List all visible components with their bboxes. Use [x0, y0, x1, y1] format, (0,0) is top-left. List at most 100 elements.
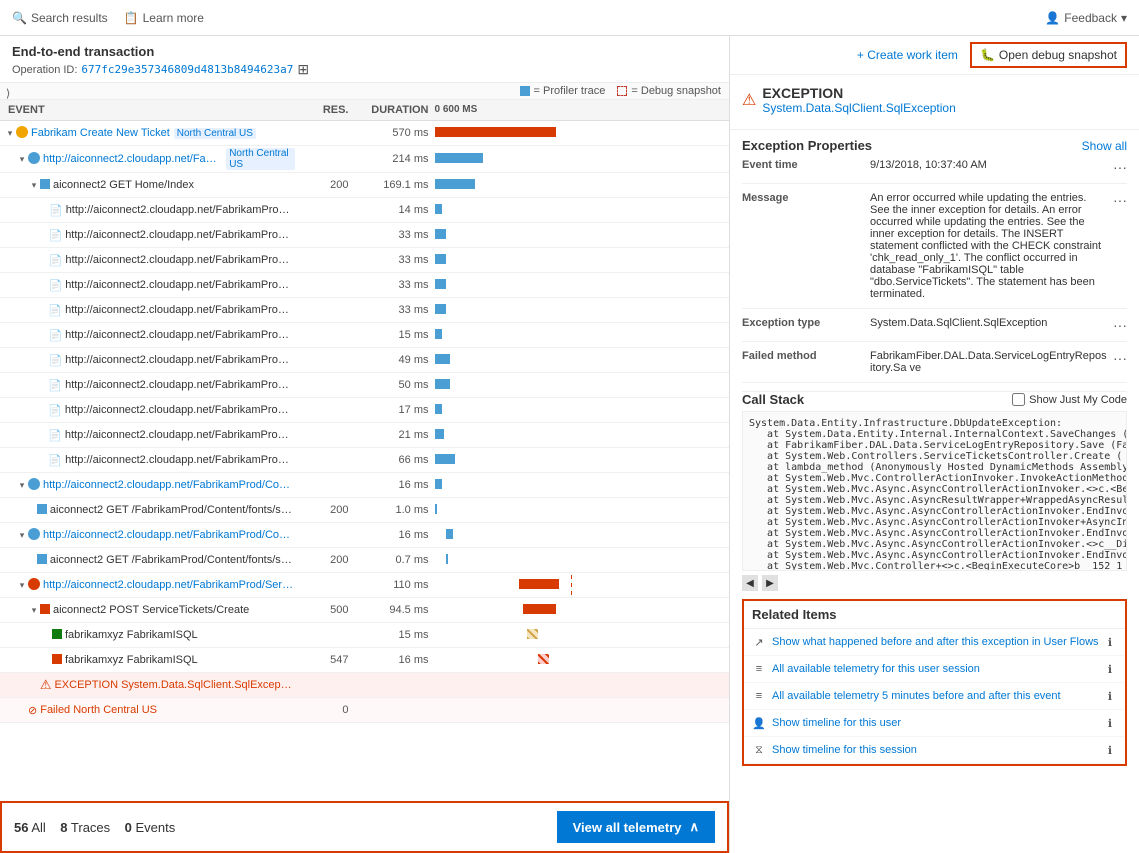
event-label[interactable]: http://aiconnect2.cloudapp.net/FabrikamP…: [65, 329, 294, 341]
res-cell: 200: [295, 554, 355, 566]
expand-icon[interactable]: ▾: [28, 179, 40, 191]
info-icon[interactable]: ℹ: [1103, 662, 1117, 676]
scroll-left-btn[interactable]: ◀: [742, 575, 758, 591]
event-label[interactable]: aiconnect2 POST ServiceTickets/Create: [53, 604, 249, 616]
event-label[interactable]: aiconnect2 GET /FabrikamProd/Content/fon…: [50, 504, 295, 516]
prop-menu-icon[interactable]: ···: [1113, 350, 1127, 366]
event-label[interactable]: Failed North Central US: [40, 704, 157, 716]
table-row[interactable]: 📄 http://aiconnect2.cloudapp.net/Fabrika…: [0, 248, 729, 273]
event-label[interactable]: http://aiconnect2.cloudapp.net/FabrikamP…: [43, 153, 222, 165]
table-row[interactable]: 📄 http://aiconnect2.cloudapp.net/Fabrika…: [0, 298, 729, 323]
dur-cell: 33 ms: [355, 304, 435, 316]
table-row[interactable]: 📄 http://aiconnect2.cloudapp.net/Fabrika…: [0, 348, 729, 373]
expand-collapse-icon[interactable]: ⟩: [6, 87, 10, 100]
feedback-btn[interactable]: 👤 Feedback ▾: [1045, 11, 1127, 25]
event-label[interactable]: Fabrikam Create New Ticket: [31, 127, 170, 139]
show-just-my-code-checkbox[interactable]: Show Just My Code: [1012, 393, 1127, 406]
table-row[interactable]: 📄 http://aiconnect2.cloudapp.net/Fabrika…: [0, 373, 729, 398]
learn-more-label: Learn more: [143, 11, 204, 25]
event-label[interactable]: http://aiconnect2.cloudapp.net/FabrikamP…: [65, 279, 294, 291]
info-icon[interactable]: ℹ: [1103, 635, 1117, 649]
prop-menu-icon[interactable]: ···: [1113, 159, 1127, 175]
related-item[interactable]: ≡ All available telemetry 5 minutes befo…: [744, 683, 1125, 710]
event-label[interactable]: fabrikamxyz FabrikamISQL: [65, 654, 198, 666]
open-debug-snapshot-button[interactable]: 🐛 Open debug snapshot: [970, 42, 1127, 68]
event-cell: 📄 http://aiconnect2.cloudapp.net/Fabrika…: [0, 354, 295, 367]
table-row[interactable]: ▾ Fabrikam Create New Ticket North Centr…: [0, 121, 729, 146]
table-row[interactable]: 📄 http://aiconnect2.cloudapp.net/Fabrika…: [0, 198, 729, 223]
search-results-btn[interactable]: 🔍 Search results: [12, 11, 108, 25]
expand-icon[interactable]: ▾: [16, 529, 28, 541]
row-icon: 📄: [48, 404, 62, 417]
table-row[interactable]: ⚠ EXCEPTION System.Data.SqlClient.SqlExc…: [0, 673, 729, 698]
info-icon[interactable]: ℹ: [1103, 743, 1117, 757]
show-all-link[interactable]: Show all: [1082, 139, 1127, 153]
expand-icon[interactable]: ▾: [16, 579, 28, 591]
scroll-right-btn[interactable]: ▶: [762, 575, 778, 591]
event-label[interactable]: http://aiconnect2.cloudapp.net/FabrikamP…: [65, 354, 294, 366]
table-row[interactable]: ▾ http://aiconnect2.cloudapp.net/Fabrika…: [0, 573, 729, 598]
table-row[interactable]: aiconnect2 GET /FabrikamProd/Content/fon…: [0, 498, 729, 523]
event-label[interactable]: http://aiconnect2.cloudapp.net/FabrikamP…: [65, 254, 294, 266]
event-label[interactable]: http://aiconnect2.cloudapp.net/FabrikamP…: [65, 379, 294, 391]
related-item[interactable]: ↗ Show what happened before and after th…: [744, 629, 1125, 656]
table-row[interactable]: ▾ aiconnect2 POST ServiceTickets/Create …: [0, 598, 729, 623]
just-my-code-input[interactable]: [1012, 393, 1025, 406]
table-row[interactable]: fabrikamxyz FabrikamISQL 15 ms: [0, 623, 729, 648]
event-label[interactable]: http://aiconnect2.cloudapp.net/FabrikamP…: [43, 529, 295, 541]
dur-cell: 110 ms: [355, 579, 435, 591]
related-item-label: All available telemetry for this user se…: [772, 663, 980, 675]
event-label[interactable]: http://aiconnect2.cloudapp.net/FabrikamP…: [43, 579, 295, 591]
table-row[interactable]: ▾ aiconnect2 GET Home/Index 200 169.1 ms: [0, 173, 729, 198]
event-label[interactable]: aiconnect2 GET /FabrikamProd/Content/fon…: [50, 554, 295, 566]
col-timeline: 0 600 MS: [435, 104, 722, 116]
table-row[interactable]: 📄 http://aiconnect2.cloudapp.net/Fabrika…: [0, 223, 729, 248]
related-item[interactable]: ⧖ Show timeline for this session ℹ: [744, 737, 1125, 764]
event-label[interactable]: http://aiconnect2.cloudapp.net/FabrikamP…: [65, 304, 294, 316]
table-row[interactable]: ▾ http://aiconnect2.cloudapp.net/Fabrika…: [0, 523, 729, 548]
expand-icon[interactable]: ▾: [16, 153, 28, 165]
table-row[interactable]: 📄 http://aiconnect2.cloudapp.net/Fabrika…: [0, 273, 729, 298]
table-row[interactable]: 📄 http://aiconnect2.cloudapp.net/Fabrika…: [0, 448, 729, 473]
info-icon[interactable]: ℹ: [1103, 716, 1117, 730]
expand-icon[interactable]: ▾: [16, 479, 28, 491]
expand-icon[interactable]: ▾: [4, 127, 16, 139]
timeline-cell: [435, 475, 730, 495]
view-all-telemetry-button[interactable]: View all telemetry ∧: [557, 811, 715, 843]
table-row[interactable]: 📄 http://aiconnect2.cloudapp.net/Fabrika…: [0, 423, 729, 448]
create-work-item-btn[interactable]: + Create work item: [857, 48, 958, 62]
callstack-text[interactable]: System.Data.Entity.Infrastructure.DbUpda…: [742, 411, 1127, 571]
event-label[interactable]: http://aiconnect2.cloudapp.net/FabrikamP…: [65, 454, 294, 466]
table-row[interactable]: ▾ http://aiconnect2.cloudapp.net/Fabrika…: [0, 473, 729, 498]
event-label[interactable]: EXCEPTION System.Data.SqlClient.SqlExcep…: [54, 679, 294, 691]
info-icon[interactable]: ℹ: [1103, 689, 1117, 703]
properties-section[interactable]: Exception Properties Show all Event time…: [730, 130, 1139, 853]
event-label[interactable]: http://aiconnect2.cloudapp.net/FabrikamP…: [65, 404, 295, 416]
expand-icon[interactable]: ▾: [28, 604, 40, 616]
prop-menu-icon[interactable]: ···: [1113, 317, 1127, 333]
exception-title: EXCEPTION: [762, 85, 955, 101]
properties-title-row: Exception Properties Show all: [742, 138, 1127, 153]
event-label[interactable]: http://aiconnect2.cloudapp.net/FabrikamP…: [43, 479, 295, 491]
table-row[interactable]: 📄 http://aiconnect2.cloudapp.net/Fabrika…: [0, 398, 729, 423]
prop-menu-icon[interactable]: ···: [1113, 192, 1127, 208]
table-row[interactable]: 📄 http://aiconnect2.cloudapp.net/Fabrika…: [0, 323, 729, 348]
event-label[interactable]: http://aiconnect2.cloudapp.net/FabrikamP…: [65, 429, 295, 441]
dur-cell: 94.5 ms: [355, 604, 435, 616]
event-label[interactable]: aiconnect2 GET Home/Index: [53, 179, 194, 191]
related-item[interactable]: ≡ All available telemetry for this user …: [744, 656, 1125, 683]
table-row[interactable]: aiconnect2 GET /FabrikamProd/Content/fon…: [0, 548, 729, 573]
operation-id-value: 677fc29e357346809d4813b8494623a7: [81, 63, 293, 76]
table-row[interactable]: ⊘ Failed North Central US 0: [0, 698, 729, 723]
properties-container: Event time 9/13/2018, 10:37:40 AM ··· Me…: [742, 159, 1127, 383]
row-icon: [40, 604, 50, 617]
event-label[interactable]: fabrikamxyz FabrikamISQL: [65, 629, 198, 641]
table-row[interactable]: fabrikamxyz FabrikamISQL 547 16 ms: [0, 648, 729, 673]
event-label[interactable]: http://aiconnect2.cloudapp.net/FabrikamP…: [66, 204, 295, 216]
timeline-cell: [435, 450, 730, 470]
timeline-area[interactable]: ▾ Fabrikam Create New Ticket North Centr…: [0, 121, 729, 801]
event-label[interactable]: http://aiconnect2.cloudapp.net/FabrikamP…: [65, 229, 294, 241]
learn-more-btn[interactable]: 📋 Learn more: [124, 11, 204, 25]
related-item[interactable]: 👤 Show timeline for this user ℹ: [744, 710, 1125, 737]
table-row[interactable]: ▾ http://aiconnect2.cloudapp.net/Fabrika…: [0, 146, 729, 173]
